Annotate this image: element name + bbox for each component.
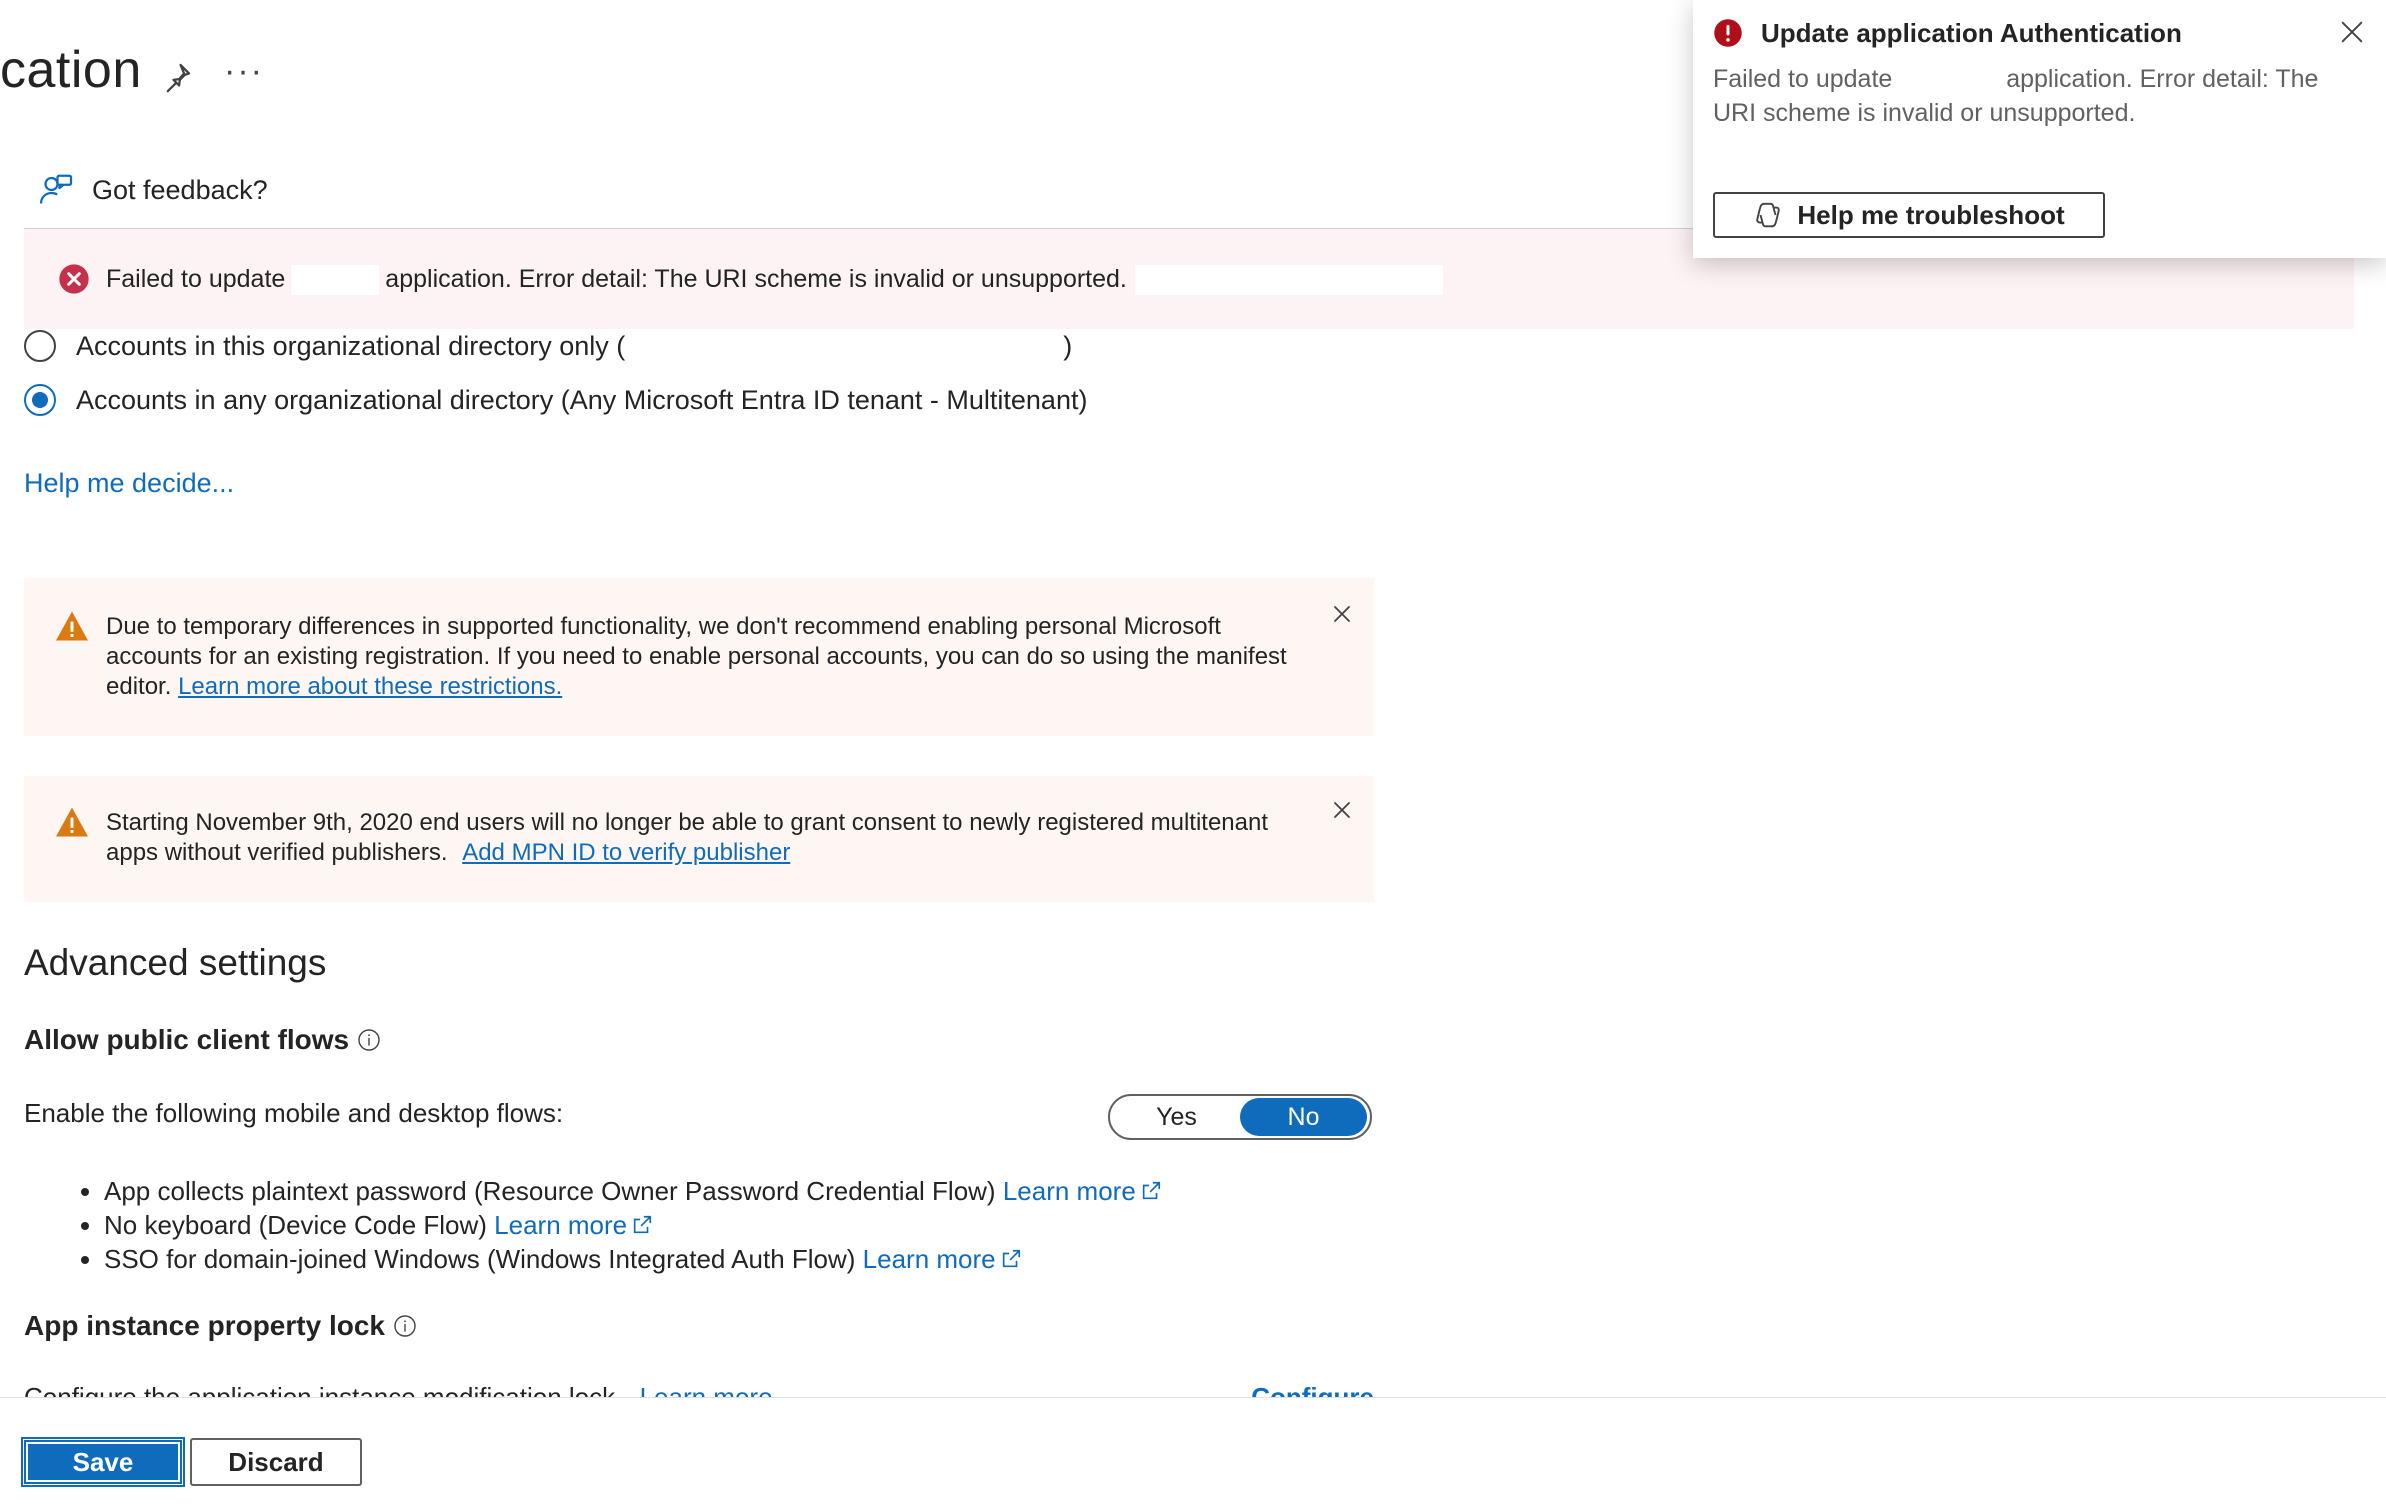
learn-more-label: Learn more [1002,1176,1136,1206]
help-me-troubleshoot-label: Help me troubleshoot [1797,199,2065,230]
save-button[interactable]: Save [21,1437,185,1487]
warning-icon [56,611,88,641]
close-icon[interactable] [1330,798,1354,822]
feedback-icon [39,174,73,204]
learn-more-link[interactable]: Learn more [863,1244,1022,1274]
toggle-no[interactable]: No [1240,1098,1367,1136]
property-lock-text: App instance property lock [24,1310,385,1341]
public-client-flows-toggle[interactable]: Yes No [1108,1094,1372,1140]
radio-button[interactable] [24,330,56,362]
allow-public-client-flows-text: Allow public client flows [24,1024,350,1055]
info-icon[interactable] [357,1028,381,1052]
list-item: No keyboard (Device Code Flow) Learn mor… [104,1208,1162,1242]
error-banner-suffix: application. Error detail: The URI schem… [385,265,1127,293]
list-item: SSO for domain-joined Windows (Windows I… [104,1242,1162,1276]
flow-text: App collects plaintext password (Resourc… [104,1176,996,1206]
copilot-icon [1756,202,1781,228]
advanced-settings-heading: Advanced settings [24,942,327,983]
radio-multitenant[interactable]: Accounts in any organizational directory… [24,384,1087,416]
radio-single-tenant-label-end: ) [1063,330,1073,361]
redacted-text [1134,265,1443,295]
more-options-icon[interactable]: ··· [224,52,264,91]
learn-more-label: Learn more [862,1244,996,1274]
learn-more-link[interactable]: Learn more [494,1210,653,1240]
warning-icon [56,807,88,837]
help-me-decide-link[interactable]: Help me decide... [24,468,234,499]
radio-multitenant-label: Accounts in any organizational directory… [76,384,1088,415]
toast-message: Failed to update application. Error deta… [1713,62,2353,130]
learn-more-label: Learn more [494,1210,628,1240]
notification-toast: Update application Authentication Failed… [1693,0,2386,258]
warning-banner-personal-accounts: Due to temporary differences in supporte… [24,578,1374,736]
toast-message-prefix: Failed to update [1713,65,1893,93]
list-item: App collects plaintext password (Resourc… [104,1174,1162,1208]
close-icon[interactable] [2338,18,2366,46]
allow-public-client-flows-label: Allow public client flows [24,1024,381,1056]
redacted-app-name [291,265,380,295]
toggle-yes[interactable]: Yes [1113,1098,1240,1136]
learn-more-link[interactable]: Learn more [1003,1176,1162,1206]
flow-text: No keyboard (Device Code Flow) [104,1210,487,1240]
enable-flows-label: Enable the following mobile and desktop … [24,1098,564,1128]
discard-button[interactable]: Discard [190,1438,362,1486]
learn-more-restrictions-link[interactable]: Learn more about these restrictions. [178,673,562,700]
external-link-icon [633,1215,652,1234]
error-circle-icon [59,264,89,294]
toast-title: Update application Authentication [1761,18,2182,48]
add-mpn-id-link[interactable]: Add MPN ID to verify publisher [462,839,790,866]
radio-single-tenant-label-start: Accounts in this organizational director… [76,330,626,361]
error-banner-prefix: Failed to update [106,265,286,293]
feedback-label: Got feedback? [92,174,268,205]
error-icon [1714,19,1742,47]
close-icon[interactable] [1330,602,1354,626]
feedback-link[interactable]: Got feedback? [38,172,268,208]
pin-icon[interactable] [160,60,194,94]
app-instance-property-lock-label: App instance property lock [24,1310,417,1342]
help-me-troubleshoot-button[interactable]: Help me troubleshoot [1713,192,2105,238]
radio-button-selected[interactable] [24,384,56,416]
flow-text: SSO for domain-joined Windows (Windows I… [104,1244,856,1274]
info-icon[interactable] [393,1314,417,1338]
radio-single-tenant[interactable]: Accounts in this organizational director… [24,330,1072,362]
external-link-icon [1142,1181,1160,1200]
page-title: cation [0,41,142,99]
external-link-icon [1002,1249,1020,1268]
warning-banner-publisher: Starting November 9th, 2020 end users wi… [24,776,1374,902]
flows-list: App collects plaintext password (Resourc… [68,1174,1162,1276]
